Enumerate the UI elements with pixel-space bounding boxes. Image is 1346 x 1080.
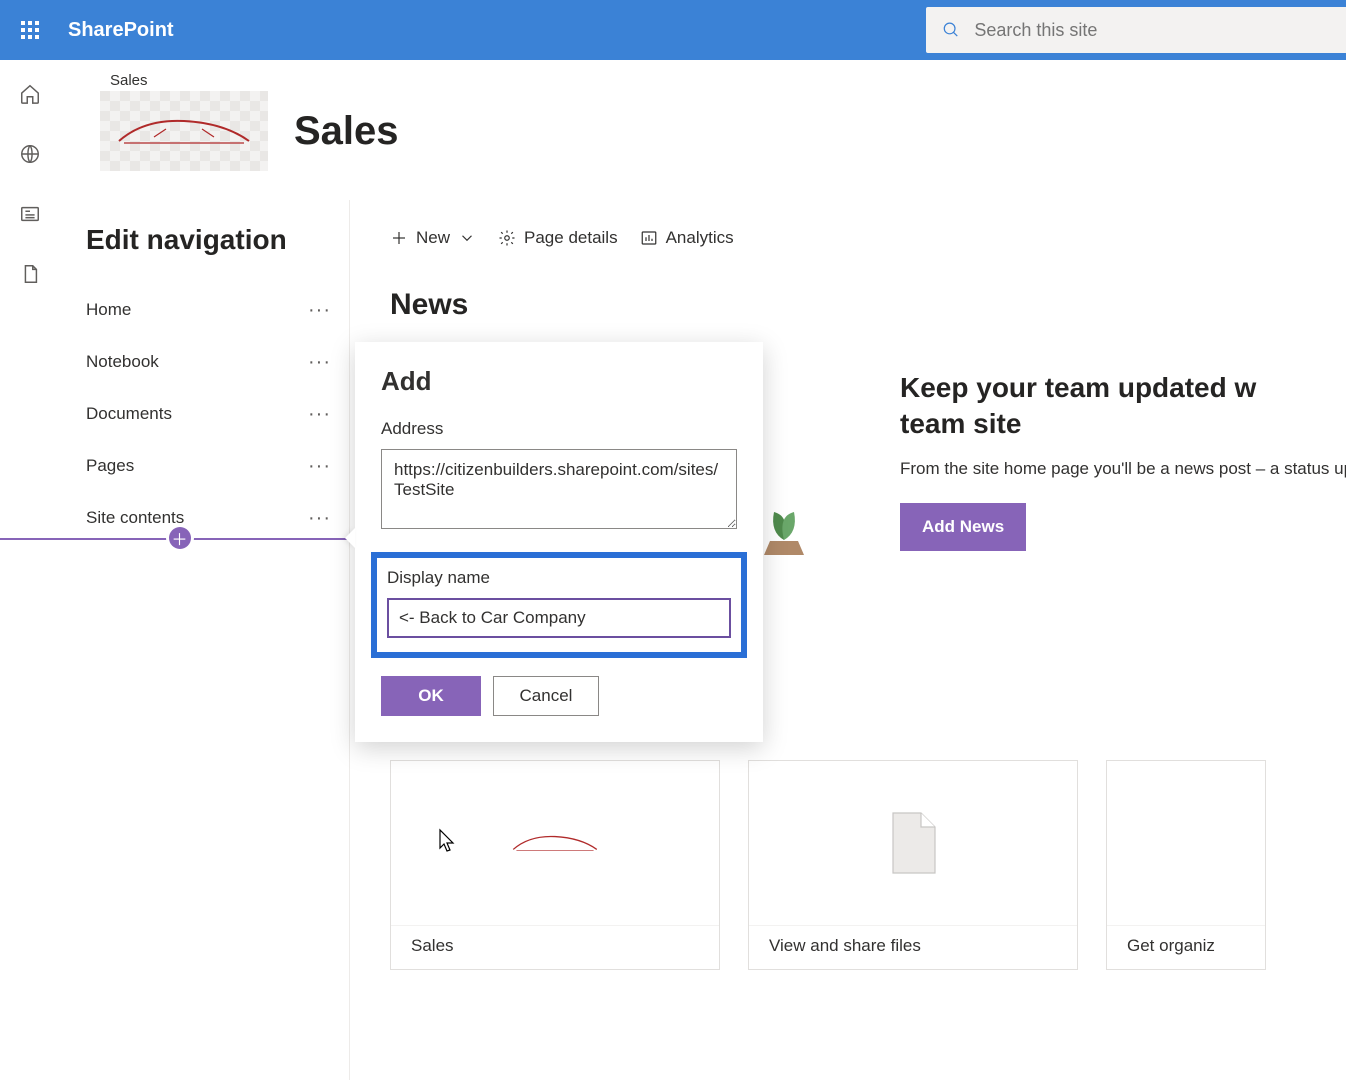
callout-title: Add	[381, 366, 737, 397]
chevron-down-icon	[458, 229, 476, 247]
quick-links-cards: Sales View and share files Get organiz	[390, 760, 1266, 970]
nav-item-label: Pages	[86, 456, 134, 476]
app-launcher-button[interactable]	[0, 0, 60, 60]
mouse-cursor-icon	[437, 828, 457, 854]
edit-navigation-panel: Edit navigation Home ··· Notebook ··· Docu…	[60, 200, 350, 1080]
car-logo-icon	[114, 111, 254, 151]
more-icon[interactable]: ···	[308, 455, 337, 478]
news-empty-state: Keep your team updated w team site From …	[900, 370, 1346, 551]
more-icon[interactable]: ···	[308, 507, 337, 530]
site-title: Sales	[294, 109, 399, 154]
analytics-label: Analytics	[666, 228, 734, 248]
nav-item-pages[interactable]: Pages ···	[86, 440, 337, 492]
news-section-heading: News	[390, 288, 1346, 322]
nav-item-notebook[interactable]: Notebook ···	[86, 336, 337, 388]
analytics-icon	[640, 229, 658, 247]
plus-icon	[390, 229, 408, 247]
news-illustration	[754, 500, 814, 560]
page-details-button[interactable]: Page details	[498, 228, 618, 248]
car-logo-icon	[510, 830, 600, 856]
card-get-organized[interactable]: Get organiz	[1106, 760, 1266, 970]
nav-insert-indicator: ＋	[0, 538, 359, 540]
document-icon	[883, 808, 943, 878]
address-label: Address	[381, 419, 737, 439]
home-icon[interactable]	[18, 82, 42, 106]
highlight-annotation: Display name	[371, 552, 747, 658]
cancel-button[interactable]: Cancel	[493, 676, 599, 716]
card-title: Get organiz	[1107, 925, 1265, 969]
more-icon[interactable]: ···	[308, 351, 337, 374]
card-view-share-files[interactable]: View and share files	[748, 760, 1078, 970]
search-box[interactable]	[926, 7, 1346, 53]
breadcrumb[interactable]: Sales	[110, 72, 1346, 89]
brand-label[interactable]: SharePoint	[68, 19, 174, 42]
nav-item-documents[interactable]: Documents ···	[86, 388, 337, 440]
add-link-callout: Add Address https://citizenbuilders.shar…	[355, 342, 763, 742]
suite-header: SharePoint	[0, 0, 1346, 60]
display-name-input[interactable]	[387, 598, 731, 638]
ok-button[interactable]: OK	[381, 676, 481, 716]
command-bar: New Page details Analytics	[390, 218, 1346, 258]
page-details-label: Page details	[524, 228, 618, 248]
nav-item-label: Home	[86, 300, 131, 320]
news-empty-title-1: Keep your team updated w	[900, 372, 1256, 403]
display-name-label: Display name	[387, 568, 731, 588]
search-input[interactable]	[974, 20, 1330, 41]
search-icon	[942, 20, 960, 40]
card-title: View and share files	[749, 925, 1077, 969]
waffle-icon	[21, 21, 39, 39]
news-icon[interactable]	[18, 202, 42, 226]
new-label: New	[416, 228, 450, 248]
app-rail	[0, 60, 60, 1080]
more-icon[interactable]: ···	[308, 403, 337, 426]
address-input[interactable]: https://citizenbuilders.sharepoint.com/s…	[381, 449, 737, 529]
news-empty-title-2: team site	[900, 408, 1021, 439]
more-icon[interactable]: ···	[308, 299, 337, 322]
analytics-button[interactable]: Analytics	[640, 228, 734, 248]
nav-item-label: Site contents	[86, 508, 184, 528]
nav-item-label: Notebook	[86, 352, 159, 372]
new-button[interactable]: New	[390, 228, 476, 248]
site-header: Sales Sales	[90, 60, 1346, 195]
nav-item-site-contents[interactable]: Site contents ···	[86, 492, 337, 544]
file-icon[interactable]	[18, 262, 42, 286]
globe-icon[interactable]	[18, 142, 42, 166]
news-empty-body: From the site home page you'll be a news…	[900, 459, 1346, 479]
card-sales[interactable]: Sales	[390, 760, 720, 970]
add-news-button[interactable]: Add News	[900, 503, 1026, 551]
edit-nav-title: Edit navigation	[86, 224, 337, 256]
gear-icon	[498, 229, 516, 247]
card-title: Sales	[391, 925, 719, 969]
nav-item-home[interactable]: Home ···	[86, 284, 337, 336]
add-nav-link-button[interactable]: ＋	[169, 527, 191, 549]
site-logo[interactable]	[100, 91, 268, 171]
nav-item-label: Documents	[86, 404, 172, 424]
main-content: New Page details Analytics News Add Addr…	[350, 200, 1346, 1080]
